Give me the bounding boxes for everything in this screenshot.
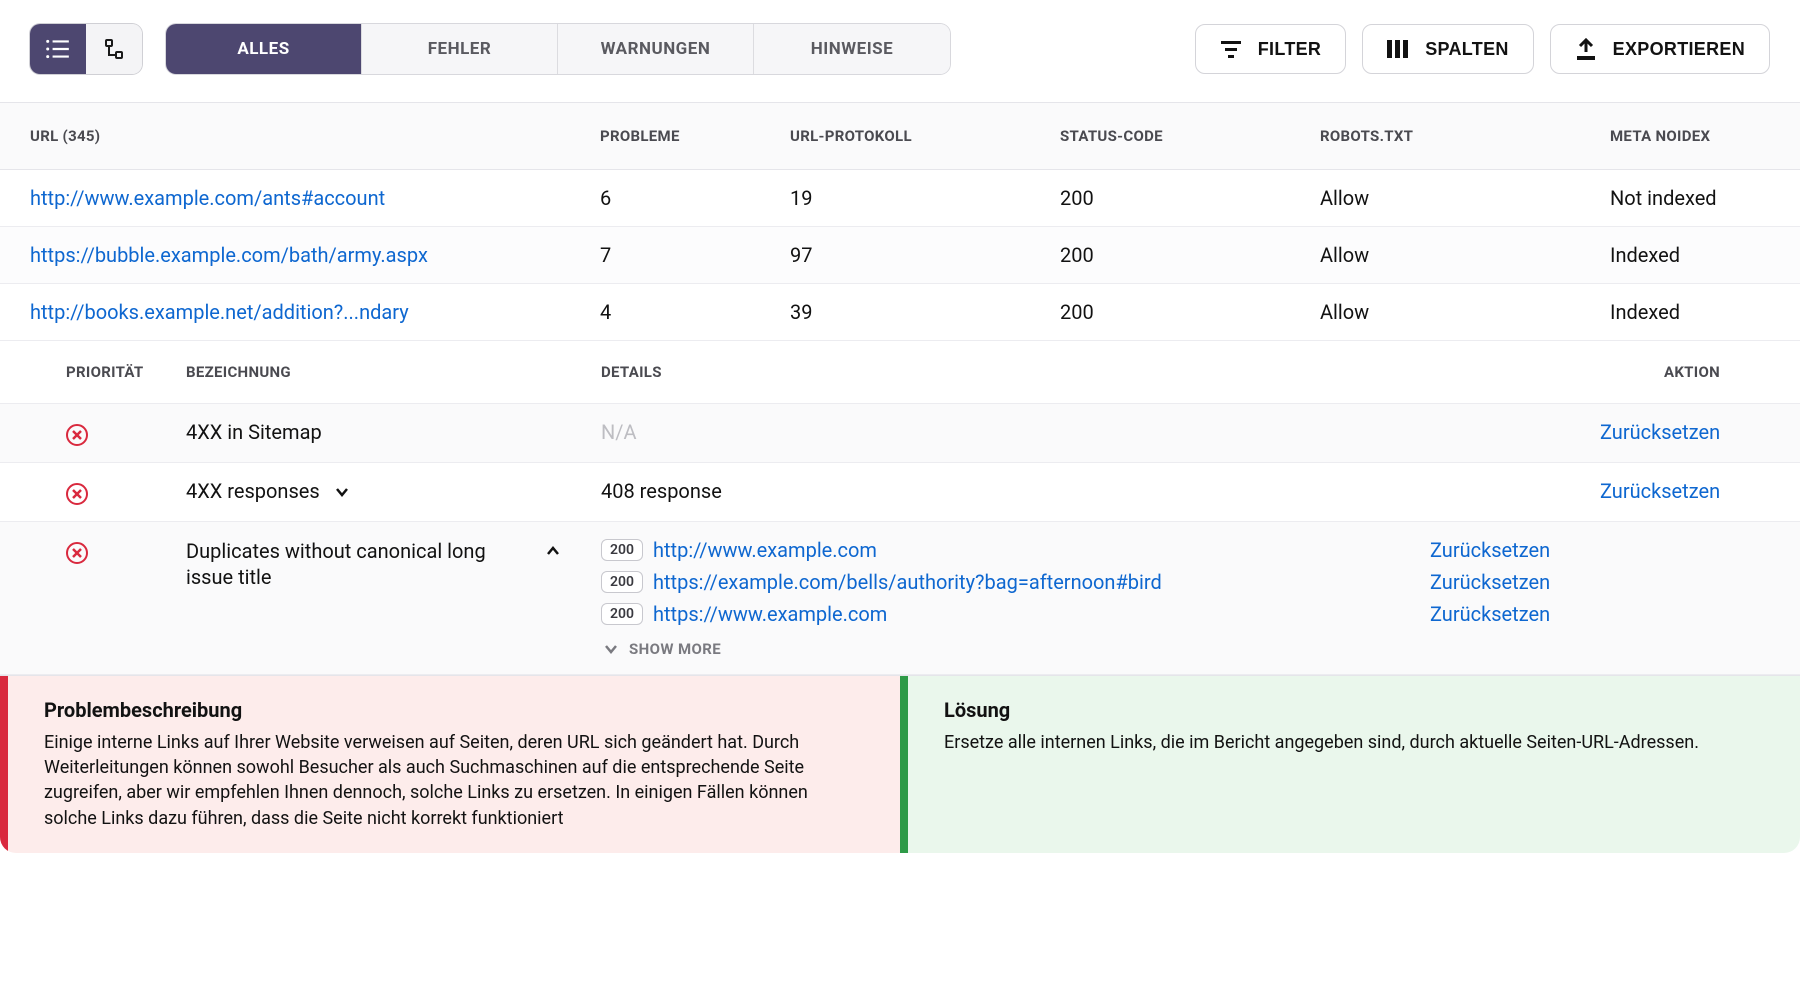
row-robots: Allow	[1320, 300, 1610, 324]
col-problems[interactable]: PROBLEME	[600, 127, 790, 145]
view-toggle	[30, 24, 142, 74]
tab-warnings[interactable]: WARNUNGEN	[558, 24, 754, 74]
status-badge: 200	[601, 539, 643, 561]
toolbar: ALLES FEHLER WARNUNGEN HINWEISE FILTER S…	[0, 0, 1800, 102]
solution-body: Ersetze alle internen Links, die im Beri…	[944, 730, 1750, 755]
col-label: BEZEICHNUNG	[186, 363, 601, 381]
col-priority: PRIORITÄT	[66, 363, 186, 381]
row-problems: 7	[600, 243, 790, 267]
col-details: DETAILS	[601, 363, 1600, 381]
col-action: AKTION	[1600, 363, 1770, 381]
table-row: https://bubble.example.com/bath/army.asp…	[0, 227, 1800, 284]
filter-tabs: ALLES FEHLER WARNUNGEN HINWEISE	[166, 24, 950, 74]
dup-url-link[interactable]: http://www.example.com	[653, 538, 877, 562]
row-protocol: 39	[790, 300, 1060, 324]
issue-row: Duplicates without canonical long issue …	[0, 522, 1800, 675]
row-status: 200	[1060, 300, 1320, 324]
problem-panel: Problembeschreibung Einige interne Links…	[0, 676, 900, 853]
tab-errors[interactable]: FEHLER	[362, 24, 558, 74]
col-status[interactable]: STATUS-CODE	[1060, 127, 1320, 145]
solution-panel: Lösung Ersetze alle internen Links, die …	[900, 676, 1800, 853]
issue-row: 4XX in Sitemap N/A Zurücksetzen	[0, 404, 1800, 463]
col-robots[interactable]: ROBOTS.TXT	[1320, 127, 1610, 145]
error-icon	[66, 424, 88, 446]
error-icon	[66, 542, 88, 564]
dup-url-link[interactable]: https://example.com/bells/authority?bag=…	[653, 570, 1162, 594]
list-icon	[45, 38, 71, 60]
filter-button[interactable]: FILTER	[1195, 24, 1346, 74]
row-noindex: Not indexed	[1610, 186, 1770, 210]
error-icon	[66, 483, 88, 505]
solution-title: Lösung	[944, 698, 1750, 722]
columns-button[interactable]: SPALTEN	[1362, 24, 1533, 74]
row-status: 200	[1060, 243, 1320, 267]
show-more-button[interactable]: SHOW MORE	[603, 640, 1600, 658]
row-robots: Allow	[1320, 186, 1610, 210]
columns-icon	[1387, 40, 1409, 58]
row-robots: Allow	[1320, 243, 1610, 267]
row-noindex: Indexed	[1610, 243, 1770, 267]
show-more-label: SHOW MORE	[629, 640, 721, 658]
issue-label: 4XX responses	[186, 479, 320, 503]
tab-notes[interactable]: HINWEISE	[754, 24, 950, 74]
table-header: URL (345) PROBLEME URL-PROTOKOLL STATUS-…	[0, 102, 1800, 170]
row-problems: 4	[600, 300, 790, 324]
reset-link[interactable]: Zurücksetzen	[1430, 538, 1550, 562]
chevron-down-icon[interactable]	[334, 479, 350, 503]
issue-label: 4XX in Sitemap	[186, 420, 322, 444]
row-url-link[interactable]: http://www.example.com/ants#account	[30, 186, 385, 210]
reset-link[interactable]: Zurücksetzen	[1430, 570, 1550, 594]
row-protocol: 97	[790, 243, 1060, 267]
issue-details: N/A	[601, 420, 637, 444]
tree-icon	[102, 37, 126, 61]
reset-link[interactable]: Zurücksetzen	[1430, 602, 1550, 626]
export-icon	[1575, 38, 1597, 60]
table-row: http://www.example.com/ants#account 6 19…	[0, 170, 1800, 227]
table-body: http://www.example.com/ants#account 6 19…	[0, 170, 1800, 341]
chevron-up-icon[interactable]	[545, 538, 561, 562]
table-row: http://books.example.net/addition?...nda…	[0, 284, 1800, 341]
issue-label: Duplicates without canonical long issue …	[186, 538, 531, 590]
issues-header: PRIORITÄT BEZEICHNUNG DETAILS AKTION	[0, 341, 1800, 404]
status-badge: 200	[601, 571, 643, 593]
row-status: 200	[1060, 186, 1320, 210]
issues-body: 4XX in Sitemap N/A Zurücksetzen 4XX resp…	[0, 404, 1800, 675]
reset-link[interactable]: Zurücksetzen	[1600, 479, 1720, 503]
status-badge: 200	[601, 603, 643, 625]
col-noindex[interactable]: META NOIDEX	[1610, 127, 1770, 145]
info-panels: Problembeschreibung Einige interne Links…	[0, 675, 1800, 853]
row-noindex: Indexed	[1610, 300, 1770, 324]
reset-link[interactable]: Zurücksetzen	[1600, 420, 1720, 444]
problem-title: Problembeschreibung	[44, 698, 850, 722]
list-view-button[interactable]	[30, 24, 86, 74]
filter-label: FILTER	[1258, 39, 1321, 60]
row-url-link[interactable]: https://bubble.example.com/bath/army.asp…	[30, 243, 428, 267]
issue-row: 4XX responses 408 response Zurücksetzen	[0, 463, 1800, 522]
tree-view-button[interactable]	[86, 24, 142, 74]
row-problems: 6	[600, 186, 790, 210]
dup-url-link[interactable]: https://www.example.com	[653, 602, 887, 626]
chevron-down-icon	[603, 643, 619, 655]
tab-all[interactable]: ALLES	[166, 24, 362, 74]
problem-body: Einige interne Links auf Ihrer Website v…	[44, 730, 850, 831]
col-protocol[interactable]: URL-PROTOKOLL	[790, 127, 1060, 145]
filter-icon	[1220, 40, 1242, 58]
issue-details: 408 response	[601, 479, 722, 503]
columns-label: SPALTEN	[1425, 39, 1508, 60]
row-protocol: 19	[790, 186, 1060, 210]
export-label: EXPORTIEREN	[1613, 39, 1745, 60]
col-url[interactable]: URL (345)	[30, 127, 600, 145]
row-url-link[interactable]: http://books.example.net/addition?...nda…	[30, 300, 409, 324]
export-button[interactable]: EXPORTIEREN	[1550, 24, 1770, 74]
duplicate-urls: 200 http://www.example.com Zurücksetzen …	[601, 538, 1600, 658]
